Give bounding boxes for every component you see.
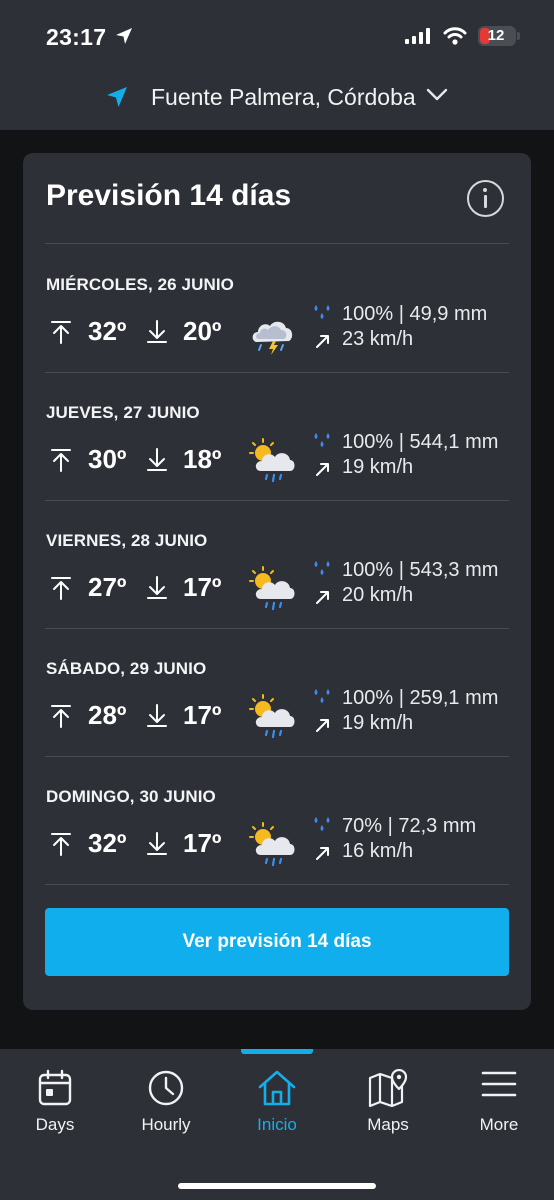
info-icon[interactable] (467, 180, 504, 217)
sun-cloud-rain-icon (249, 694, 295, 739)
min-temp-icon (147, 320, 167, 343)
min-temp: 17º (183, 828, 222, 858)
min-temp: 18º (183, 444, 222, 474)
wind-speed: 23 km/h (342, 328, 414, 350)
battery-icon: 12 (478, 26, 516, 46)
storm-cloud-icon (252, 321, 293, 355)
day-date: MIÉRCOLES, 26 JUNIO (46, 275, 234, 294)
battery-tip (517, 32, 520, 40)
forecast-day[interactable]: SÁBADO, 29 JUNIO 28º 17º 100% | 259,1 mm… (45, 628, 509, 756)
top-header: 23:17 12 Fuente Palmera, Córdoba (0, 0, 554, 130)
rain-info: 100% | 49,9 mm (342, 303, 488, 325)
min-temp: 20º (183, 316, 222, 346)
forecast-card: Previsión 14 días MIÉRCOLES, 26 JUNIO 32… (23, 153, 531, 1010)
nav-days[interactable]: Days (0, 1049, 110, 1149)
nav-label: Inicio (257, 1115, 297, 1134)
sun-cloud-rain-icon (249, 822, 295, 867)
location-services-icon (116, 28, 132, 44)
day-date: SÁBADO, 29 JUNIO (46, 659, 207, 678)
wifi-icon (443, 27, 467, 45)
forecast-day[interactable]: MIÉRCOLES, 26 JUNIO 32º 20º 100% | 49,9 … (45, 244, 509, 372)
rain-info: 70% | 72,3 mm (342, 815, 477, 837)
rain-drops-icon (314, 433, 330, 447)
forecast-day[interactable]: DOMINGO, 30 JUNIO 32º 17º 70% | 72,3 mm … (45, 756, 509, 884)
forecast-day[interactable]: VIERNES, 28 JUNIO 27º 17º 100% | 543,3 m… (45, 500, 509, 628)
wind-direction-icon (316, 591, 329, 604)
menu-icon (481, 1071, 517, 1097)
min-temp-icon (147, 576, 167, 599)
max-temp: 27º (88, 572, 127, 602)
day-date: DOMINGO, 30 JUNIO (46, 787, 216, 806)
status-bar: 23:17 12 (0, 0, 554, 72)
min-temp-icon (147, 832, 167, 855)
wind-direction-icon (316, 463, 329, 476)
max-temp-icon (51, 321, 71, 344)
day-date: VIERNES, 28 JUNIO (46, 531, 208, 550)
nav-label: More (479, 1115, 519, 1134)
max-temp-icon (51, 705, 71, 728)
bottom-nav: Days Hourly Inicio Maps More (0, 1049, 554, 1200)
location-arrow-icon (107, 87, 127, 107)
rain-drops-icon (314, 305, 330, 319)
max-temp: 28º (88, 700, 127, 730)
forecast-title: Previsión 14 días (46, 179, 292, 212)
wind-speed: 20 km/h (342, 584, 414, 606)
day-date: JUEVES, 27 JUNIO (46, 403, 200, 422)
nav-label: Maps (367, 1115, 409, 1134)
status-time: 23:17 (46, 24, 107, 50)
chevron-down-icon (426, 88, 448, 101)
min-temp-icon (147, 704, 167, 727)
rain-info: 100% | 259,1 mm (342, 687, 499, 709)
wind-speed: 16 km/h (342, 840, 414, 862)
rain-drops-icon (314, 561, 330, 575)
wind-direction-icon (316, 335, 329, 348)
wind-direction-icon (316, 719, 329, 732)
rain-info: 100% | 544,1 mm (342, 431, 499, 453)
divider (45, 884, 509, 885)
max-temp: 32º (88, 316, 127, 346)
wind-direction-icon (316, 847, 329, 860)
wind-speed: 19 km/h (342, 456, 414, 478)
min-temp-icon (147, 448, 167, 471)
home-indicator (178, 1183, 376, 1189)
min-temp: 17º (183, 700, 222, 730)
nav-label: Days (35, 1115, 75, 1134)
location-name: Fuente Palmera, Córdoba (151, 84, 416, 110)
clock-icon (148, 1070, 184, 1106)
nav-hourly[interactable]: Hourly (111, 1049, 221, 1149)
nav-maps[interactable]: Maps (333, 1049, 443, 1149)
sun-cloud-rain-icon (249, 438, 295, 483)
rain-drops-icon (314, 817, 330, 831)
location-selector[interactable]: Fuente Palmera, Córdoba (0, 76, 554, 122)
rain-info: 100% | 543,3 mm (342, 559, 499, 581)
min-temp: 17º (183, 572, 222, 602)
nav-more[interactable]: More (444, 1049, 554, 1149)
max-temp: 30º (88, 444, 127, 474)
battery-level: 12 (487, 27, 505, 44)
forecast-day[interactable]: JUEVES, 27 JUNIO 30º 18º 100% | 544,1 mm… (45, 372, 509, 500)
max-temp: 32º (88, 828, 127, 858)
rain-drops-icon (314, 689, 330, 703)
home-icon (258, 1070, 296, 1106)
max-temp-icon (51, 577, 71, 600)
map-pin-icon (368, 1069, 408, 1107)
signal-icon (405, 28, 430, 44)
wind-speed: 19 km/h (342, 712, 414, 734)
calendar-icon (38, 1069, 72, 1106)
max-temp-icon (51, 449, 71, 472)
max-temp-icon (51, 833, 71, 856)
nav-inicio[interactable]: Inicio (222, 1049, 332, 1149)
nav-label: Hourly (141, 1115, 191, 1134)
view-14-day-forecast-button[interactable]: Ver previsión 14 días (45, 908, 509, 976)
sun-cloud-rain-icon (249, 566, 295, 611)
